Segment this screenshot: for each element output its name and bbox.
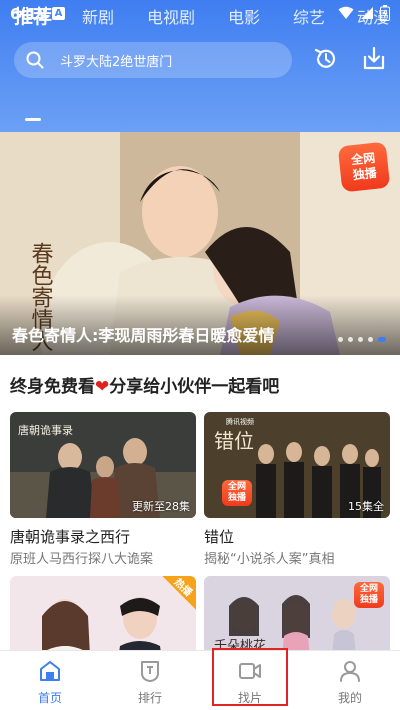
card-poster-text: 唐朝诡事录 — [18, 423, 73, 437]
card-episode-count: 15集全 — [348, 500, 384, 513]
tab-variety[interactable]: 综艺 — [293, 4, 325, 28]
card-poster-text: 错位 — [214, 429, 254, 453]
download-icon[interactable] — [360, 45, 388, 73]
history-icon[interactable] — [312, 45, 340, 73]
notification-a-icon: A — [52, 7, 65, 20]
nav-ranking-label: 排行 — [137, 691, 162, 705]
nav-profile[interactable]: 我的 — [300, 651, 400, 710]
bottom-navigation: 首页 排行 找片 我的 — [0, 650, 400, 710]
home-icon — [40, 661, 60, 681]
card-logo-text: 腾讯视频 — [226, 417, 254, 426]
banner-carousel[interactable]: 春色寄情人 全网 独播 春色寄情人:李现周雨彤春日暖愈爱情 — [0, 132, 400, 355]
header: 6:19 A 斗罗大陆2绝世唐门 推荐 新剧 电视剧 电影 综艺 动漫 — [0, 0, 400, 132]
exclusive-badge-line2: 独播 — [359, 595, 378, 605]
nav-home-label: 首页 — [37, 691, 62, 705]
tab-anime[interactable]: 动漫 — [357, 4, 389, 28]
tab-recommend[interactable]: 推荐 — [14, 2, 52, 29]
exclusive-badge: 全网 独播 — [337, 141, 391, 193]
video-card[interactable]: 错位 腾讯视频 全网 独播 15集全 错位 揭秘“小说杀人案”真相 — [204, 412, 390, 567]
card-thumbnail: 热播 — [10, 576, 196, 650]
card-thumbnail: 千朵桃花 全网 独播 — [204, 576, 390, 650]
exclusive-badge-line2: 独播 — [227, 493, 246, 503]
carousel-dot — [368, 337, 373, 342]
tab-tv-series[interactable]: 电视剧 — [147, 4, 195, 28]
exclusive-badge: 全网 独播 — [222, 480, 252, 506]
carousel-dots — [338, 337, 386, 342]
video-card[interactable]: 千朵桃花 全网 独播 — [204, 576, 390, 650]
card-title: 唐朝诡事录之西行 — [10, 528, 131, 546]
search-icon — [26, 51, 44, 69]
profile-icon — [340, 661, 360, 682]
card-episode-count: 更新至28集 — [132, 500, 190, 513]
nav-home[interactable]: 首页 — [0, 651, 100, 710]
tab-new-drama[interactable]: 新剧 — [82, 4, 114, 28]
card-thumbnail: 唐朝诡事录 更新至28集 — [10, 412, 196, 518]
section-title-part1: 终身免费看 — [10, 377, 95, 397]
exclusive-badge-line1: 全网 — [359, 584, 378, 594]
search-input[interactable]: 斗罗大陆2绝世唐门 — [14, 42, 292, 78]
video-card[interactable]: 唐朝诡事录 更新至28集 唐朝诡事录之西行 原班人马西行探八大诡案 — [10, 412, 196, 567]
highlight-box — [212, 648, 288, 706]
active-tab-indicator — [25, 118, 41, 121]
nav-ranking[interactable]: 排行 — [100, 651, 200, 710]
exclusive-badge-line1: 全网 — [227, 482, 246, 492]
video-card[interactable]: 热播 — [10, 576, 196, 650]
carousel-dot — [358, 337, 363, 342]
banner-caption: 春色寄情人:李现周雨彤春日暖愈爱情 — [12, 326, 275, 345]
section-title: 终身免费看❤分享给小伙伴一起看吧 — [10, 372, 279, 397]
carousel-dot — [348, 337, 353, 342]
card-subtitle: 原班人马西行探八大诡案 — [10, 552, 154, 567]
carousel-dot-active — [378, 337, 386, 342]
status-bar: 6:19 A — [0, 0, 400, 30]
card-thumbnail: 错位 腾讯视频 全网 独播 15集全 — [204, 412, 390, 518]
ranking-icon — [141, 661, 159, 682]
section-title-part2: 分享给小伙伴一起看吧 — [109, 377, 280, 397]
nav-profile-label: 我的 — [337, 691, 362, 705]
card-subtitle: 揭秘“小说杀人案”真相 — [204, 552, 335, 567]
hot-badge: 热播 — [162, 576, 196, 610]
tab-movie[interactable]: 电影 — [228, 4, 260, 28]
heart-icon: ❤ — [95, 377, 110, 397]
search-placeholder: 斗罗大陆2绝世唐门 — [60, 55, 173, 70]
wifi-icon — [338, 6, 354, 19]
card-title: 错位 — [204, 528, 235, 546]
exclusive-badge: 全网 独播 — [354, 582, 384, 608]
hot-badge-label: 热播 — [171, 576, 194, 599]
carousel-dot — [338, 337, 343, 342]
